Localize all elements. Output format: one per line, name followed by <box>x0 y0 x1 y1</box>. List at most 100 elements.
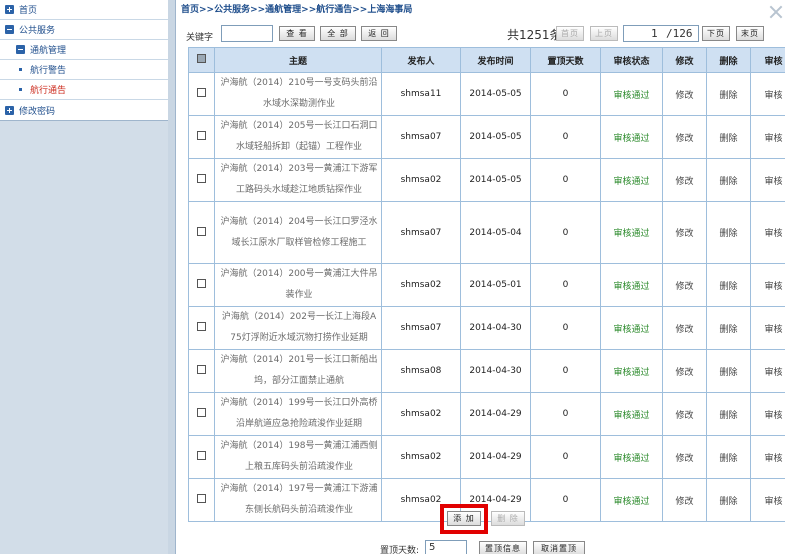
top-days-cell: 0 <box>530 306 601 350</box>
select-all-checkbox[interactable] <box>197 54 206 63</box>
sidebar-item-navigation-notice[interactable]: 航行通告 <box>0 80 168 100</box>
subject-cell[interactable]: 沪海航（2014）200号一黄浦江大件吊装作业 <box>214 263 382 307</box>
row-checkbox[interactable] <box>197 226 206 236</box>
show-all-button[interactable]: 全 部 <box>320 26 356 41</box>
row-checkbox[interactable] <box>197 174 206 183</box>
column-header: 删除 <box>706 47 751 73</box>
edit-link[interactable]: 修改 <box>662 435 707 479</box>
edit-link[interactable]: 修改 <box>662 72 707 116</box>
row-checkbox[interactable] <box>197 322 206 331</box>
table-row: 沪海航（2014）205号一长江口石洞口水域轻船拆卸（起锚）工程作业 shmsa… <box>188 115 785 159</box>
status-cell: 审核通过 <box>600 306 663 350</box>
main-content: 首页>>公共服务>>通航管理>>航行通告>>上海海事局 关键字 查 看 全 部 … <box>175 0 785 554</box>
subject-cell[interactable]: 沪海航（2014）202号一长江上海段A75灯浮附近水域沉物打捞作业延期 <box>214 306 382 350</box>
row-select-cell <box>188 306 215 350</box>
edit-link[interactable]: 修改 <box>662 158 707 202</box>
next-page-button[interactable]: 下页 <box>702 26 730 41</box>
status-cell: 审核通过 <box>600 263 663 307</box>
keyword-label: 关键字 <box>186 33 214 43</box>
subject-cell[interactable]: 沪海航（2014）203号一黄浦江下游军工路码头水域趁江地质钻探作业 <box>214 158 382 202</box>
first-page-button[interactable]: 首页 <box>556 26 584 41</box>
table-row: 沪海航（2014）200号一黄浦江大件吊装作业 shmsa02 2014-05-… <box>188 263 785 307</box>
subject-cell[interactable]: 沪海航（2014）198号一黄浦江浦西侧上粮五库码头前沿疏浚作业 <box>214 435 382 479</box>
last-page-button[interactable]: 末页 <box>736 26 764 41</box>
column-header: 发布人 <box>381 47 461 73</box>
table-row: 沪海航（2014）201号一长江口新船出坞，部分江面禁止通航 shmsa08 2… <box>188 349 785 393</box>
audit-link[interactable]: 审核 <box>750 201 785 264</box>
bullet-icon <box>19 88 22 91</box>
delete-link[interactable]: 删除 <box>706 158 751 202</box>
top-days-cell: 0 <box>530 392 601 436</box>
delete-link[interactable]: 删除 <box>706 263 751 307</box>
delete-link[interactable]: 删除 <box>706 115 751 159</box>
cancel-top-button[interactable]: 取消置顶 <box>533 541 585 554</box>
back-button[interactable]: 返 回 <box>361 26 397 41</box>
column-header: 主题 <box>214 47 382 73</box>
search-button[interactable]: 查 看 <box>279 26 315 41</box>
audit-link[interactable]: 审核 <box>750 306 785 350</box>
edit-link[interactable]: 修改 <box>662 349 707 393</box>
row-select-cell <box>188 72 215 116</box>
status-cell: 审核通过 <box>600 392 663 436</box>
page-number-input[interactable]: 1 /126 <box>623 25 699 42</box>
select-all-cell <box>188 47 215 73</box>
delete-link[interactable]: 删除 <box>706 201 751 264</box>
close-icon[interactable] <box>769 5 783 19</box>
sidebar-item-label: 航行警告 <box>30 66 67 76</box>
delete-link[interactable]: 删除 <box>706 435 751 479</box>
sidebar-menu: 首页 公共服务 通航管理 航行警告 航行通告 修改密码 <box>0 0 168 121</box>
subject-cell[interactable]: 沪海航（2014）205号一长江口石洞口水域轻船拆卸（起锚）工程作业 <box>214 115 382 159</box>
row-select-cell <box>188 349 215 393</box>
sidebar-item-change-password[interactable]: 修改密码 <box>0 100 168 120</box>
sidebar-item-navigation-warning[interactable]: 航行警告 <box>0 60 168 80</box>
audit-link[interactable]: 审核 <box>750 392 785 436</box>
edit-link[interactable]: 修改 <box>662 201 707 264</box>
prev-page-button[interactable]: 上页 <box>590 26 618 41</box>
audit-link[interactable]: 审核 <box>750 263 785 307</box>
column-header: 审核状态 <box>600 47 663 73</box>
edit-link[interactable]: 修改 <box>662 392 707 436</box>
subject-cell[interactable]: 沪海航（2014）210号一号支码头前沿水域水深勘测作业 <box>214 72 382 116</box>
bottom-actions: 添 加 删 除 置顶天数: 5 置顶信息 取消置顶 <box>176 502 785 554</box>
top-days-cell: 0 <box>530 435 601 479</box>
app-root: 首页 公共服务 通航管理 航行警告 航行通告 修改密码 首页>>公共服务>>通航… <box>0 0 785 554</box>
keyword-input[interactable] <box>221 25 273 42</box>
table-row: 沪海航（2014）203号一黄浦江下游军工路码头水域趁江地质钻探作业 shmsa… <box>188 158 785 202</box>
column-header: 审核 <box>750 47 785 73</box>
sidebar-item-public-service[interactable]: 公共服务 <box>0 20 168 40</box>
subject-cell[interactable]: 沪海航（2014）204号一长江口罗泾水域长江原水厂取样管检修工程施工 <box>214 201 382 264</box>
edit-link[interactable]: 修改 <box>662 115 707 159</box>
delete-link[interactable]: 删除 <box>706 306 751 350</box>
publisher-cell: shmsa02 <box>381 435 461 479</box>
sidebar-item-home[interactable]: 首页 <box>0 0 168 20</box>
subject-cell[interactable]: 沪海航（2014）199号一长江口外高桥沿岸航道应急抢险疏浚作业延期 <box>214 392 382 436</box>
subject-cell[interactable]: 沪海航（2014）201号一长江口新船出坞，部分江面禁止通航 <box>214 349 382 393</box>
current-page: 1 <box>651 27 658 40</box>
edit-link[interactable]: 修改 <box>662 306 707 350</box>
audit-link[interactable]: 审核 <box>750 115 785 159</box>
row-checkbox[interactable] <box>197 451 206 460</box>
audit-link[interactable]: 审核 <box>750 72 785 116</box>
row-checkbox[interactable] <box>197 365 206 374</box>
delete-link[interactable]: 删除 <box>706 392 751 436</box>
top-days-input[interactable]: 5 <box>425 540 467 554</box>
row-checkbox[interactable] <box>197 408 206 417</box>
publisher-cell: shmsa11 <box>381 72 461 116</box>
delete-link[interactable]: 删除 <box>706 349 751 393</box>
add-button[interactable]: 添 加 <box>447 511 481 526</box>
delete-link[interactable]: 删除 <box>706 72 751 116</box>
audit-link[interactable]: 审核 <box>750 158 785 202</box>
row-checkbox[interactable] <box>197 131 206 140</box>
sidebar-item-label: 通航管理 <box>30 46 67 56</box>
set-top-button[interactable]: 置顶信息 <box>479 541 527 554</box>
edit-link[interactable]: 修改 <box>662 263 707 307</box>
delete-button[interactable]: 删 除 <box>491 511 525 526</box>
row-checkbox[interactable] <box>197 88 206 97</box>
top-days-label: 置顶天数: <box>380 546 420 554</box>
audit-link[interactable]: 审核 <box>750 435 785 479</box>
audit-link[interactable]: 审核 <box>750 349 785 393</box>
date-cell: 2014-05-05 <box>460 158 531 202</box>
sidebar-item-navigation-management[interactable]: 通航管理 <box>0 40 168 60</box>
row-checkbox[interactable] <box>197 279 206 288</box>
sidebar-item-label: 航行通告 <box>30 86 67 96</box>
